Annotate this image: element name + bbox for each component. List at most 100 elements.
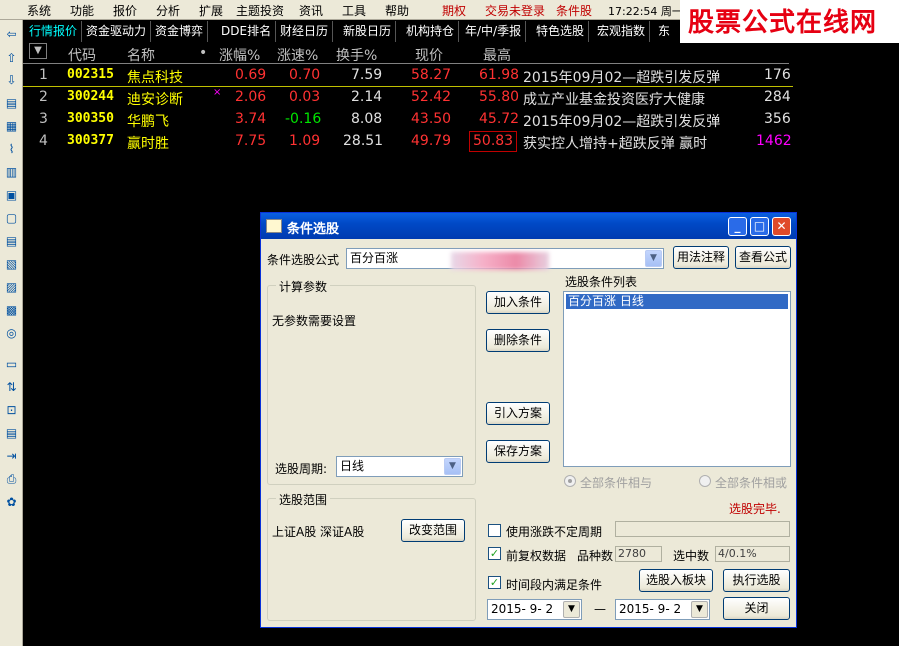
logo-title: 股票公式在线网 [688, 8, 878, 38]
flower-icon[interactable]: ✿ [3, 494, 20, 511]
tab-east[interactable]: 东方 [654, 21, 680, 59]
candle-icon[interactable]: ▣ [3, 187, 20, 204]
export-icon[interactable]: ⇥ [3, 448, 20, 465]
delete-condition-button[interactable]: 删除条件 [486, 329, 550, 352]
menu-condition-stock[interactable]: 条件股 [556, 2, 592, 19]
execute-select-button[interactable]: 执行选股 [723, 569, 790, 592]
circle-icon[interactable]: ◎ [3, 325, 20, 342]
row-extra: 176 [764, 67, 791, 83]
dialog-titlebar[interactable]: 条件选股 _ □ ✕ [261, 213, 796, 239]
etf-icon[interactable]: ▤ [3, 425, 20, 442]
self-select-icon[interactable]: ▧ [3, 256, 20, 273]
menu-theme-invest[interactable]: 主题投资 [236, 2, 284, 19]
col-high[interactable]: 最高 [483, 45, 511, 65]
time-range-label[interactable]: 时间段内满足条件 [506, 576, 602, 593]
change-range-button[interactable]: 改变范围 [401, 519, 465, 542]
row-note: 2015年09月02—超跌引发反弹 [523, 114, 721, 130]
down-arrow-icon[interactable]: ⇩ [3, 72, 20, 89]
date-to-picker[interactable]: 2015- 9- 2 ▼ [615, 599, 710, 620]
col-code[interactable]: 代码 [68, 45, 96, 65]
chevron-down-icon[interactable]: ▼ [444, 458, 461, 475]
menu-function[interactable]: 功能 [70, 2, 94, 19]
add-to-board-button[interactable]: 选股入板块 [639, 569, 713, 592]
close-button[interactable]: 关闭 [723, 597, 790, 620]
tab-ipo-calendar[interactable]: 新股日历 [339, 21, 397, 42]
usage-notes-button[interactable]: 用法注释 [673, 246, 729, 269]
period-label: 选股周期: [275, 462, 328, 476]
status-text: 选股完毕. [729, 502, 781, 516]
minimize-icon[interactable]: _ [728, 217, 747, 236]
params-group: 计算参数 无参数需要设置 选股周期: 日线 ▼ [267, 278, 476, 485]
grid-icon[interactable]: ▦ [3, 118, 20, 135]
date-from-picker[interactable]: 2015- 9- 2 ▼ [487, 599, 582, 620]
menu-extend[interactable]: 扩展 [199, 2, 223, 19]
menu-help[interactable]: 帮助 [385, 2, 409, 19]
radio-and[interactable] [564, 475, 576, 487]
menu-tools[interactable]: 工具 [342, 2, 366, 19]
up-arrow-icon[interactable]: ⇧ [3, 50, 20, 67]
menu-news[interactable]: 资讯 [299, 2, 323, 19]
f10-icon[interactable]: ▢ [3, 210, 20, 227]
info-icon[interactable]: ▤ [3, 233, 20, 250]
radio-and-label[interactable]: 全部条件相与 [580, 474, 652, 491]
target-icon[interactable]: ⊡ [3, 402, 20, 419]
col-speed-pct[interactable]: 涨速% [277, 45, 318, 65]
tab-reports[interactable]: 年/中/季报 [461, 21, 527, 42]
chevron-down-icon[interactable]: ▼ [645, 250, 662, 267]
tab-quote[interactable]: 行情报价 [25, 21, 83, 42]
kline-icon[interactable]: ▥ [3, 164, 20, 181]
chevron-down-icon[interactable]: ▼ [563, 601, 580, 618]
tab-macro-index[interactable]: 宏观指数 [593, 21, 651, 42]
maximize-icon[interactable]: □ [750, 217, 769, 236]
tab-institution-holding[interactable]: 机构持仓 [402, 21, 460, 42]
time-range-checkbox[interactable]: ✓ [488, 576, 501, 589]
formula-label: 条件选股公式 [267, 253, 340, 267]
view-formula-button[interactable]: 查看公式 [735, 246, 791, 269]
print-icon[interactable]: ⎙ [3, 471, 20, 488]
table-row[interactable]: 1 002315 焦点科技 0.69 0.70 7.59 58.27 61.98… [23, 65, 899, 87]
uncertain-period-checkbox[interactable]: ✓ [488, 524, 501, 537]
back-arrow-icon[interactable]: ⇦ [3, 26, 20, 43]
menu-quote[interactable]: 报价 [113, 2, 137, 19]
uncertain-period-label[interactable]: 使用涨跌不定周期 [506, 523, 602, 540]
formula-value: 百分百涨 [350, 251, 399, 265]
line-chart-icon[interactable]: ⌇ [3, 141, 20, 158]
tab-special-pick[interactable]: 特色选股 [532, 21, 590, 42]
import-scheme-button[interactable]: 引入方案 [486, 402, 550, 425]
pre-rights-checkbox[interactable]: ✓ [488, 547, 501, 560]
menu-analysis[interactable]: 分析 [156, 2, 180, 19]
tab-capital-game[interactable]: 资金博弈 [151, 21, 209, 42]
table-row[interactable]: 2 300244 迪安诊断 × 2.06 0.03 2.14 52.42 55.… [23, 87, 899, 109]
close-icon[interactable]: ✕ [772, 217, 791, 236]
quote-list-icon[interactable]: ▤ [3, 95, 20, 112]
radio-or[interactable] [699, 475, 711, 487]
table-row[interactable]: 3 300350 华鹏飞 3.74 -0.16 8.08 43.50 45.72… [23, 109, 899, 131]
formula-icon[interactable]: ▩ [3, 302, 20, 319]
row-speed-pct: 0.70 [289, 67, 321, 83]
folder-icon[interactable]: ▭ [3, 356, 20, 373]
list-item[interactable]: 百分百涨 日线 [566, 294, 788, 309]
trade-login-status[interactable]: 交易未登录 [485, 2, 545, 19]
radio-or-label[interactable]: 全部条件相或 [715, 474, 787, 491]
col-name[interactable]: 名称 [127, 45, 155, 65]
column-menu-icon[interactable]: ▼ [29, 43, 47, 59]
tab-capital-drive[interactable]: 资金驱动力 [82, 21, 152, 42]
tab-finance-calendar[interactable]: 财经日历 [276, 21, 334, 42]
pre-rights-label[interactable]: 前复权数据 [506, 547, 566, 564]
col-change-pct[interactable]: 涨幅% [219, 45, 260, 65]
row-speed-pct: 0.03 [289, 89, 321, 105]
save-scheme-button[interactable]: 保存方案 [486, 440, 550, 463]
menu-options[interactable]: 期权 [442, 2, 466, 19]
period-select[interactable]: 日线 ▼ [336, 456, 463, 477]
fiz-icon[interactable]: ▨ [3, 279, 20, 296]
condition-list[interactable]: 百分百涨 日线 [563, 291, 791, 467]
table-row[interactable]: 4 300377 赢时胜 7.75 1.09 28.51 49.79 50.83… [23, 131, 899, 153]
chevron-down-icon[interactable]: ▼ [691, 601, 708, 618]
menu-system[interactable]: 系统 [27, 2, 51, 19]
col-price[interactable]: 现价 [415, 45, 443, 65]
add-condition-button[interactable]: 加入条件 [486, 291, 550, 314]
updown-icon[interactable]: ⇅ [3, 379, 20, 396]
col-turnover-pct[interactable]: 换手% [336, 45, 377, 65]
tab-dde-rank[interactable]: DDE排名 [217, 21, 277, 42]
period-value: 日线 [340, 459, 365, 473]
